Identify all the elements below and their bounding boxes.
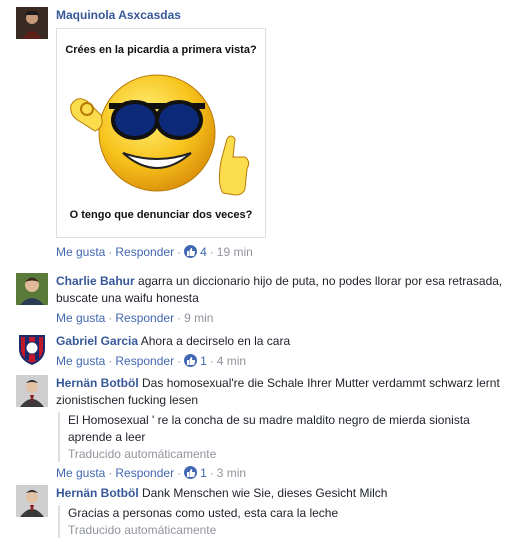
reply-button[interactable]: Responder	[115, 311, 174, 325]
reaction-count[interactable]: 4	[184, 245, 207, 259]
comment-text: Dank Menschen wie Sie, dieses Gesicht Mi…	[142, 486, 388, 500]
translation-block: El Homosexual ' re la concha de su madre…	[58, 412, 510, 462]
comment-text: Ahora a decirselo en la cara	[140, 334, 291, 348]
comment-time[interactable]: 19 min	[217, 245, 253, 259]
meme-image[interactable]: Crées en la picardia a primera vista? O …	[56, 28, 266, 238]
comment-author[interactable]: Maquinola Asxcasdas	[56, 8, 181, 22]
meme-bottom-caption: O tengo que denunciar dos veces?	[69, 209, 253, 221]
reaction-count[interactable]: 1	[184, 354, 207, 368]
comment-author[interactable]: Charlie Bahur	[56, 274, 135, 288]
comment-author[interactable]: Gabriel Garcia	[56, 334, 138, 348]
comment-author[interactable]: Hernän Botböl	[56, 376, 139, 390]
avatar[interactable]	[16, 485, 48, 517]
thumbs-up-icon	[184, 466, 198, 479]
comment-author[interactable]: Hernän Botböl	[56, 486, 139, 500]
translation-label[interactable]: Traducido automáticamente	[68, 446, 510, 462]
avatar[interactable]	[16, 273, 48, 305]
reaction-count[interactable]: 1	[184, 466, 207, 480]
meme-top-caption: Crées en la picardia a primera vista?	[65, 44, 257, 56]
comment-time[interactable]: 4 min	[217, 354, 246, 368]
comment-time[interactable]: 9 min	[184, 311, 213, 325]
avatar[interactable]	[16, 375, 48, 407]
reply-button[interactable]: Responder	[115, 466, 174, 480]
avatar[interactable]	[16, 333, 48, 365]
like-button[interactable]: Me gusta	[56, 245, 105, 259]
translation-block: Gracias a personas como usted, esta cara…	[58, 505, 510, 538]
avatar[interactable]	[16, 7, 48, 39]
translated-text: Gracias a personas como usted, esta cara…	[68, 506, 339, 520]
like-button[interactable]: Me gusta	[56, 466, 105, 480]
translation-label[interactable]: Traducido automáticamente	[68, 522, 510, 538]
like-button[interactable]: Me gusta	[56, 354, 105, 368]
thumbs-up-icon	[184, 354, 198, 367]
like-button[interactable]: Me gusta	[56, 311, 105, 325]
sunglasses-smiley-icon	[70, 74, 250, 196]
translated-text: El Homosexual ' re la concha de su madre…	[68, 413, 470, 444]
comment-time[interactable]: 3 min	[217, 466, 246, 480]
reply-button[interactable]: Responder	[115, 354, 174, 368]
thumbs-up-icon	[184, 245, 198, 258]
reply-button[interactable]: Responder	[115, 245, 174, 259]
